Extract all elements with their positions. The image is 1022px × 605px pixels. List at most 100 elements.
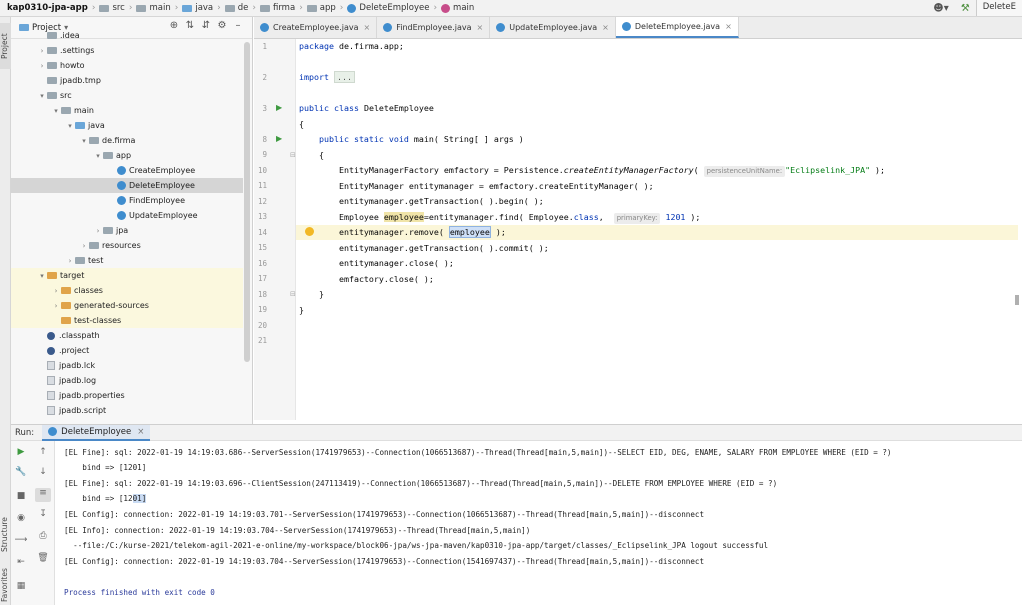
rerun-icon[interactable]: ▶ [13, 447, 29, 461]
run-console[interactable]: [EL Fine]: sql: 2022-01-19 14:19:03.686-… [56, 441, 1022, 605]
tree-item[interactable]: ›jpadb.properties [11, 388, 243, 403]
tab-label: CreateEmployee.java [273, 23, 359, 32]
user-icon[interactable]: ☻▾ [927, 3, 954, 14]
tree-item[interactable]: › .settings [11, 43, 243, 58]
arrow-up-icon[interactable]: ↑ [35, 447, 51, 461]
close-icon[interactable]: × [602, 23, 609, 32]
close-icon[interactable]: × [725, 22, 732, 31]
stop-icon[interactable]: ■ [13, 491, 29, 505]
layout-icon[interactable]: ▦ [13, 581, 29, 595]
scroll-to-end-icon[interactable]: ↧ [35, 509, 51, 523]
tree-item[interactable]: ›jpadb.log [11, 373, 243, 388]
tree-item[interactable]: ›.project [11, 343, 243, 358]
code-line: emfactory.close( ); [299, 274, 434, 284]
chevron-right-icon[interactable]: › [79, 242, 89, 250]
code-line: public static void main( String[ ] args … [299, 132, 524, 147]
tree-item[interactable]: ›CreateEmployee [11, 163, 243, 178]
tree-item[interactable]: ▾ app [11, 148, 243, 163]
tab-update-employee[interactable]: UpdateEmployee.java × [490, 17, 616, 38]
chevron-down-icon[interactable]: ▾ [37, 272, 47, 280]
breadcrumb-item-app[interactable]: app [304, 3, 339, 13]
tree-item[interactable]: › howto [11, 58, 243, 73]
folded-imports[interactable]: ... [333, 71, 355, 83]
code-editor[interactable]: package de.firma.app; import ... public … [296, 39, 1018, 420]
hammer-icon[interactable]: ⚒ [955, 3, 976, 14]
breadcrumb-item-class[interactable]: DeleteEmployee [344, 3, 432, 13]
close-icon[interactable]: × [364, 23, 371, 32]
trash-icon[interactable]: 🗑 [35, 553, 51, 567]
tree-item[interactable]: ▾ target [11, 268, 243, 283]
breadcrumb-item-java[interactable]: java [179, 3, 216, 13]
console-line: bind => [1201] [64, 463, 147, 472]
tree-item[interactable]: ▾ main [11, 103, 243, 118]
run-main-icon[interactable]: ▶ [276, 134, 282, 143]
camera-icon[interactable]: ◉ [13, 513, 29, 527]
tree-item[interactable]: › generated-sources [11, 298, 243, 313]
tree-item[interactable]: › classes [11, 283, 243, 298]
chevron-down-icon[interactable]: ▾ [37, 92, 47, 100]
structure-tool-tab[interactable]: Structure [0, 512, 11, 558]
chevron-down-icon[interactable]: ▾ [65, 122, 75, 130]
folder-icon [75, 257, 85, 264]
chevron-right-icon[interactable]: › [51, 302, 61, 310]
tree-item[interactable]: › resources [11, 238, 243, 253]
print-icon[interactable]: ⎙ [35, 531, 51, 545]
run-tab-delete-employee[interactable]: DeleteEmployee × [42, 424, 151, 441]
breadcrumb-item-de[interactable]: de [222, 3, 252, 13]
chevron-right-icon[interactable]: › [37, 47, 47, 55]
chevron-right-icon[interactable]: › [93, 227, 103, 235]
tree-item-label: howto [60, 61, 85, 70]
chevron-down-icon[interactable]: ▾ [79, 137, 89, 145]
close-icon[interactable]: × [137, 427, 144, 437]
breadcrumb-item-project[interactable]: kap0310-jpa-app [4, 3, 91, 13]
run-configuration-select[interactable]: DeleteE [975, 0, 1022, 16]
tree-item[interactable]: ›FindEmployee [11, 193, 243, 208]
close-icon[interactable]: × [477, 23, 484, 32]
exit-icon[interactable]: ⇤ [13, 557, 29, 571]
tab-create-employee[interactable]: CreateEmployee.java × [254, 17, 378, 38]
fold-icon[interactable]: ⊟ [290, 151, 296, 159]
breadcrumb-label: DeleteEmployee [359, 3, 430, 13]
tree-item[interactable]: › jpa [11, 223, 243, 238]
wrench-icon[interactable]: 🔧 [13, 467, 29, 481]
run-class-icon[interactable]: ▶ [276, 103, 282, 112]
restore-layout-icon[interactable]: ⟶ [13, 535, 29, 549]
tree-item[interactable]: ▾ de.firma [11, 133, 243, 148]
chevron-right-icon[interactable]: › [37, 62, 47, 70]
folder-icon [182, 4, 193, 12]
tree-item[interactable]: ›.classpath [11, 328, 243, 343]
tree-item[interactable]: ›UpdateEmployee [11, 208, 243, 223]
arrow-down-icon[interactable]: ↓ [35, 467, 51, 481]
breadcrumb-item-src[interactable]: src [96, 3, 127, 13]
chevron-down-icon[interactable]: ▾ [93, 152, 103, 160]
line-number: 3 [262, 104, 267, 113]
soft-wrap-icon[interactable]: ≡ [35, 488, 51, 502]
chevron-right-icon[interactable]: › [65, 257, 75, 265]
chevron-right-icon[interactable]: › [51, 287, 61, 295]
tree-item[interactable]: ›jpadb.tmp [11, 73, 243, 88]
lightbulb-icon[interactable] [305, 227, 314, 236]
tree-item[interactable]: ›DeleteEmployee [11, 178, 243, 193]
tab-delete-employee[interactable]: DeleteEmployee.java × [615, 17, 739, 38]
breadcrumb-item-method[interactable]: main [438, 3, 477, 13]
tree-item[interactable]: ›.idea [11, 28, 243, 43]
tree-item-label: jpadb.tmp [60, 76, 101, 85]
fold-icon[interactable]: ⊟ [290, 290, 296, 298]
code-line: { [299, 119, 304, 129]
breadcrumb-item-firma[interactable]: firma [257, 3, 298, 13]
tree-item[interactable]: ›jpadb.lck [11, 358, 243, 373]
editor-scrollbar-marker[interactable] [1015, 295, 1019, 305]
tab-find-employee[interactable]: FindEmployee.java × [377, 17, 491, 38]
tree-item[interactable]: ›test-classes [11, 313, 243, 328]
tree-item[interactable]: ›jpadb.script [11, 403, 243, 418]
chevron-down-icon[interactable]: ▾ [51, 107, 61, 115]
tree-item[interactable]: ▾ src [11, 88, 243, 103]
tree-item[interactable]: › test [11, 253, 243, 268]
code-token: public static void [299, 134, 409, 144]
favorites-tool-tab[interactable]: Favorites [0, 562, 11, 605]
project-tool-tab[interactable]: Project [0, 23, 11, 69]
breadcrumb-item-main[interactable]: main [133, 3, 173, 13]
tree-item-label: resources [102, 241, 141, 250]
tree-item[interactable]: ▾ java [11, 118, 243, 133]
class-icon [260, 23, 269, 32]
